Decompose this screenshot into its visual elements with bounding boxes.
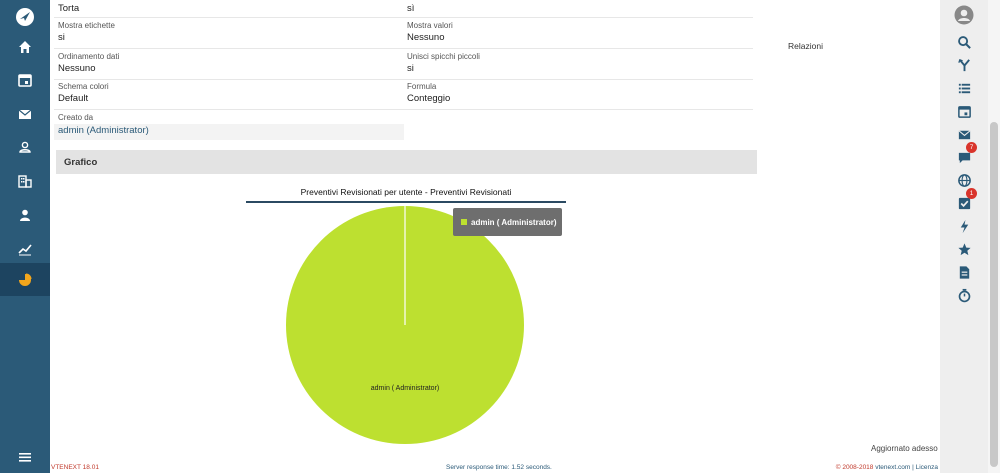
licenza-link[interactable]: Licenza: [916, 464, 938, 471]
vtenext-logo-icon[interactable]: [10, 4, 40, 30]
right-sidebar: 7 1: [940, 0, 988, 473]
field-value: si: [58, 32, 65, 43]
search-icon[interactable]: [952, 31, 976, 53]
pie-chart: admin ( Administrator): [286, 206, 524, 444]
document-icon[interactable]: [952, 261, 976, 283]
field-tipo: Torta: [54, 0, 404, 18]
field-tipo-value: Torta: [58, 3, 80, 14]
list-icon[interactable]: [952, 77, 976, 99]
section-header-grafico: Grafico: [56, 150, 757, 174]
company-icon[interactable]: [0, 164, 50, 197]
chat-icon[interactable]: 7: [952, 142, 977, 168]
avatar-icon[interactable]: [952, 4, 976, 26]
field-other-value: sì: [407, 3, 415, 14]
field-label: Formula: [407, 82, 437, 91]
footer: VTENEXT 18.01 Server response time: 1.52…: [50, 462, 940, 473]
copyright-text: © 2008-2018: [835, 464, 874, 471]
lightning-icon[interactable]: [952, 215, 976, 237]
section-title: Grafico: [64, 157, 98, 168]
site-link[interactable]: vtenext.com: [875, 464, 910, 471]
field-label: Ordinamento dati: [58, 52, 120, 61]
calendar-icon[interactable]: [0, 63, 50, 96]
calendar-icon[interactable]: [952, 100, 976, 122]
tasks-badge: 1: [966, 188, 977, 199]
legend-swatch: [461, 219, 467, 225]
relazioni-label[interactable]: Relazioni: [788, 41, 823, 51]
home-icon[interactable]: [0, 30, 50, 63]
creator-link[interactable]: admin (Administrator): [54, 124, 404, 140]
field-value: Nessuno: [58, 63, 96, 74]
mail-icon[interactable]: [0, 97, 50, 130]
legend-entry: admin ( Administrator): [471, 217, 557, 227]
field-label: Schema colori: [58, 82, 109, 91]
field-label: Unisci spicchi piccoli: [407, 52, 480, 61]
field-value: Conteggio: [407, 93, 451, 104]
chart-title: Preventivi Revisionati per utente - Prev…: [300, 187, 512, 197]
merge-icon[interactable]: [952, 54, 976, 76]
trend-chart-icon[interactable]: [0, 232, 50, 265]
tasks-check-icon[interactable]: 1: [952, 188, 977, 214]
left-sidebar: [0, 0, 50, 473]
field-creato: Creato da admin (Administrator): [54, 111, 404, 141]
field-value: Nessuno: [407, 32, 445, 43]
field-label: Mostra valori: [407, 21, 453, 30]
footer-version: VTENEXT 18.01: [51, 464, 99, 471]
footer-response-time: Server response time: 1.52 seconds.: [446, 464, 552, 471]
user-icon[interactable]: [0, 198, 50, 231]
chart-legend[interactable]: admin ( Administrator): [453, 208, 562, 236]
field-schema: Schema colori Default: [54, 80, 404, 110]
messages-badge: 7: [966, 142, 977, 153]
field-ordinamento: Ordinamento dati Nessuno: [54, 50, 404, 80]
reports-pie-icon[interactable]: [0, 263, 50, 296]
footer-copyright: © 2008-2018 vtenext.com | Licenza: [836, 464, 938, 471]
star-icon[interactable]: [952, 238, 976, 260]
field-value: Default: [58, 93, 89, 104]
field-label: Mostra etichette: [58, 21, 115, 30]
field-formula: Formula Conteggio: [403, 80, 753, 110]
field-label: Creato da: [58, 113, 94, 122]
contacts-icon[interactable]: [0, 130, 50, 163]
scrollbar-thumb[interactable]: [990, 122, 998, 467]
pie-slice-label: admin ( Administrator): [371, 385, 439, 392]
menu-icon[interactable]: [0, 440, 50, 473]
field-mostra-etichette: Mostra etichette si: [54, 19, 404, 49]
field-unisci: Unisci spicchi piccoli si: [403, 50, 753, 80]
field-other: sì: [403, 0, 753, 18]
field-mostra-valori: Mostra valori Nessuno: [403, 19, 753, 49]
timer-icon[interactable]: [952, 284, 976, 306]
field-value: si: [407, 63, 414, 74]
updated-status: Aggiornato adesso: [871, 444, 938, 453]
